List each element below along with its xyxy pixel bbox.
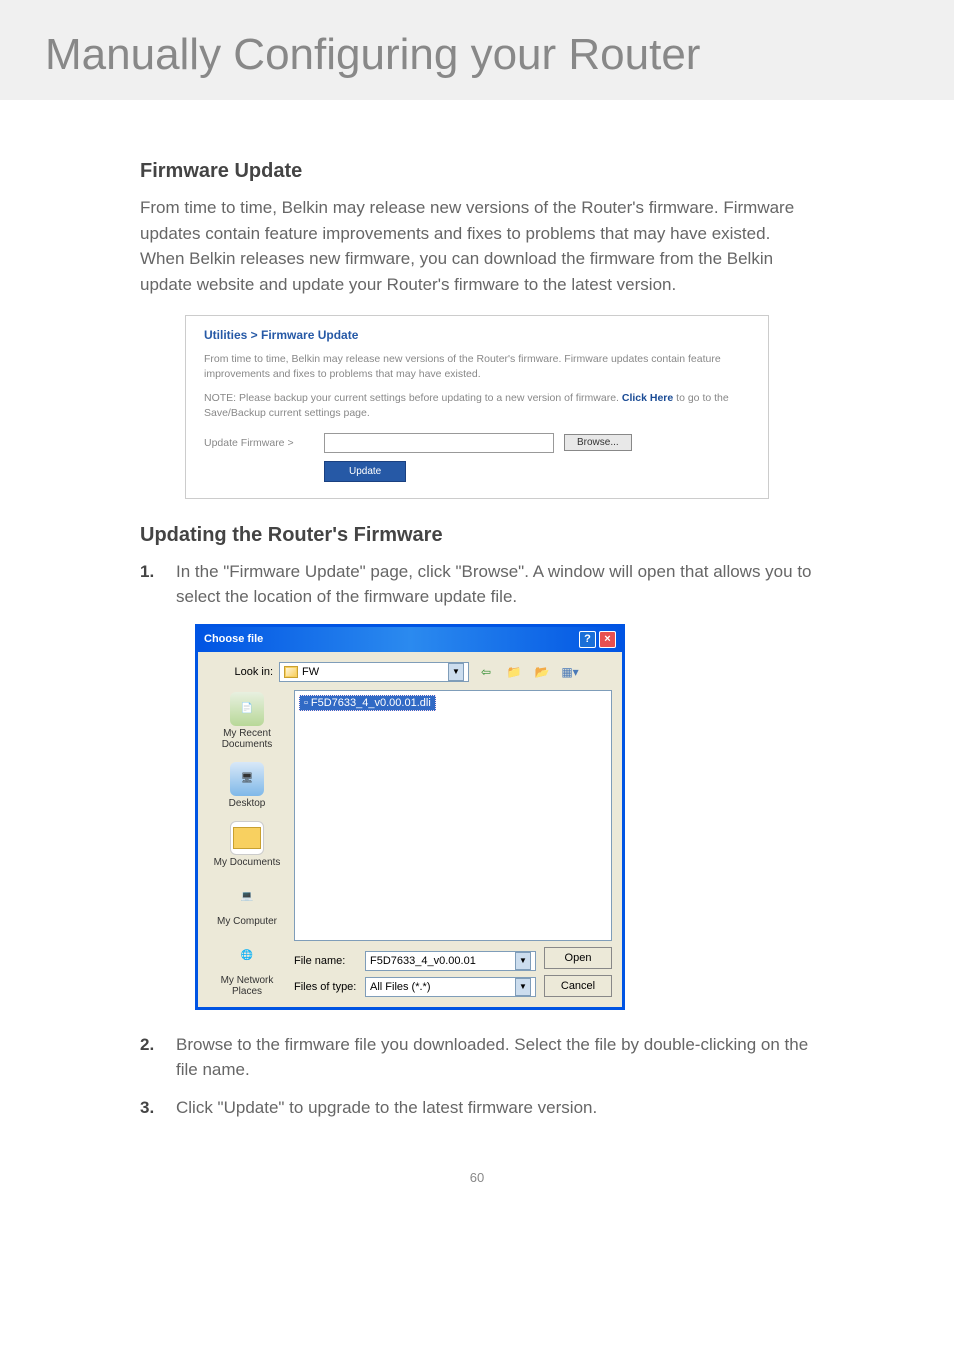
filename-value: F5D7633_4_v0.00.01 [370,955,476,967]
step-text: Click "Update" to upgrade to the latest … [176,1095,597,1121]
sidebar-documents[interactable]: My Documents [214,821,281,868]
views-icon[interactable]: ▦▾ [559,662,581,682]
firmware-file-input[interactable] [324,433,554,453]
util-panel-title: Utilities > Firmware Update [204,328,750,342]
step-3: 3. Click "Update" to upgrade to the late… [140,1095,814,1121]
network-icon: 🌐 [230,939,264,973]
steps-list-cont: 2. Browse to the firmware file you downl… [140,1032,814,1121]
step-text: Browse to the firmware file you download… [176,1032,814,1083]
filetype-dropdown[interactable]: All Files (*.*) ▼ [365,977,536,997]
filetype-label: Files of type: [294,981,359,993]
file-area: 📄 My Recent Documents 🖥 Desktop My Docum… [208,690,612,997]
page-number: 60 [0,1170,954,1215]
step-text: In the "Firmware Update" page, click "Br… [176,559,814,610]
file-icon: ▫ [304,697,308,709]
step-num: 2. [140,1032,176,1083]
file-item-label: F5D7633_4_v0.00.01.dli [311,697,431,709]
click-here-link[interactable]: Click Here [622,392,673,404]
file-item-selected[interactable]: ▫ F5D7633_4_v0.00.01.dli [299,695,436,711]
util-panel-desc: From time to time, Belkin may release ne… [204,352,750,381]
util-panel-note: NOTE: Please backup your current setting… [204,391,750,420]
file-list[interactable]: ▫ F5D7633_4_v0.00.01.dli [294,690,612,941]
chevron-down-icon[interactable]: ▼ [515,952,531,970]
update-button[interactable]: Update [324,461,406,482]
lookin-value: FW [302,666,319,678]
help-icon[interactable]: ? [579,631,596,648]
recent-icon: 📄 [230,692,264,726]
filetype-value: All Files (*.*) [370,981,431,993]
nav-icons: ⇦ 📁 📂 ▦▾ [475,662,581,682]
filename-input[interactable]: F5D7633_4_v0.00.01 ▼ [365,951,536,971]
cancel-button[interactable]: Cancel [544,975,612,997]
sidebar-label: My Recent Documents [208,728,286,750]
step-num: 1. [140,559,176,610]
step-num: 3. [140,1095,176,1121]
sidebar-label: My Documents [214,857,281,868]
firmware-row: Update Firmware > Browse... [204,433,750,453]
chevron-down-icon[interactable]: ▼ [448,663,464,681]
sidebar-recent[interactable]: 📄 My Recent Documents [208,692,286,750]
note-prefix: NOTE: Please backup your current setting… [204,392,622,404]
places-sidebar: 📄 My Recent Documents 🖥 Desktop My Docum… [208,690,286,997]
open-button[interactable]: Open [544,947,612,969]
lookin-label: Look in: [208,666,273,678]
utilities-firmware-panel: Utilities > Firmware Update From time to… [185,315,769,499]
section-heading-firmware-update: Firmware Update [140,160,814,183]
folder-icon [284,666,298,678]
update-firmware-label: Update Firmware > [204,437,314,449]
dialog-titlebar: Choose file ? × [198,627,622,652]
desktop-icon: 🖥 [230,762,264,796]
lookin-dropdown[interactable]: FW ▼ [279,662,469,682]
chevron-down-icon[interactable]: ▼ [515,978,531,996]
close-icon[interactable]: × [599,631,616,648]
sidebar-label: My Network Places [208,975,286,997]
sidebar-network[interactable]: 🌐 My Network Places [208,939,286,997]
choose-file-dialog: Choose file ? × Look in: FW ▼ ⇦ 📁 📂 ▦▾ [195,624,625,1010]
sidebar-label: My Computer [217,916,277,927]
back-icon[interactable]: ⇦ [475,662,497,682]
sidebar-label: Desktop [229,798,266,809]
browse-button[interactable]: Browse... [564,434,632,451]
filetype-row: Files of type: All Files (*.*) ▼ [294,977,536,997]
dialog-bottom: File name: F5D7633_4_v0.00.01 ▼ Files of… [294,947,612,997]
step-1: 1. In the "Firmware Update" page, click … [140,559,814,610]
dialog-body: Look in: FW ▼ ⇦ 📁 📂 ▦▾ 📄 My Rece [198,652,622,1007]
new-folder-icon[interactable]: 📂 [531,662,553,682]
filename-row: File name: F5D7633_4_v0.00.01 ▼ [294,951,536,971]
up-folder-icon[interactable]: 📁 [503,662,525,682]
dialog-controls: ? × [579,631,616,648]
dialog-title-text: Choose file [204,633,263,645]
intro-paragraph: From time to time, Belkin may release ne… [140,195,814,297]
filename-label: File name: [294,955,359,967]
documents-icon [230,821,264,855]
computer-icon: 💻 [230,880,264,914]
section-heading-updating: Updating the Router's Firmware [140,524,814,547]
page-title: Manually Configuring your Router [45,30,909,80]
step-2: 2. Browse to the firmware file you downl… [140,1032,814,1083]
steps-list: 1. In the "Firmware Update" page, click … [140,559,814,610]
sidebar-desktop[interactable]: 🖥 Desktop [229,762,266,809]
lookin-row: Look in: FW ▼ ⇦ 📁 📂 ▦▾ [208,662,612,682]
sidebar-computer[interactable]: 💻 My Computer [217,880,277,927]
page-header: Manually Configuring your Router [0,0,954,100]
